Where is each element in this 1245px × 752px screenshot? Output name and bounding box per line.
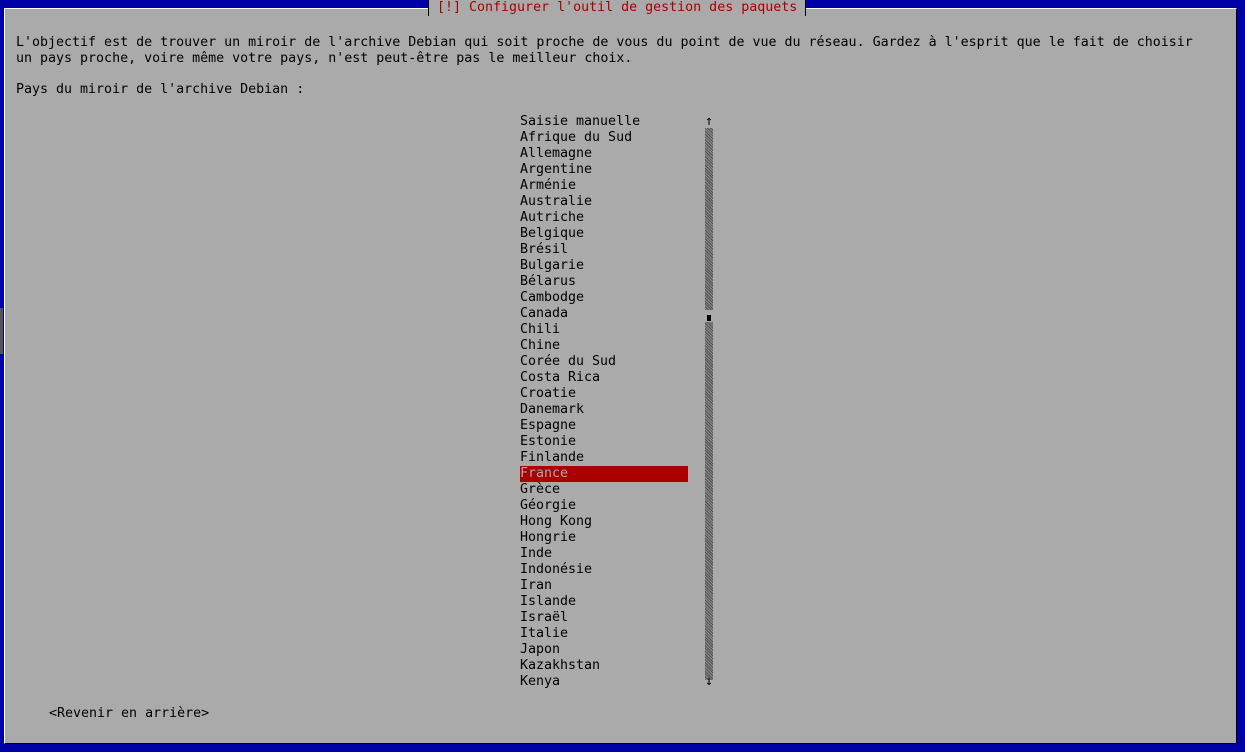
country-item[interactable]: Israël <box>520 610 688 626</box>
country-item[interactable]: Costa Rica <box>520 370 688 386</box>
country-item[interactable]: Hongrie <box>520 530 688 546</box>
country-item[interactable]: Italie <box>520 626 688 642</box>
scroll-track-upper[interactable] <box>705 128 713 310</box>
country-item[interactable]: Belgique <box>520 226 688 242</box>
country-item[interactable]: Finlande <box>520 450 688 466</box>
country-item[interactable]: Argentine <box>520 162 688 178</box>
country-item[interactable]: Afrique du Sud <box>520 130 688 146</box>
country-item[interactable]: Corée du Sud <box>520 354 688 370</box>
dialog-title: [!] Configurer l'outil de gestion des pa… <box>428 0 807 16</box>
mirror-country-prompt: Pays du miroir de l'archive Debian : <box>16 82 305 97</box>
country-item[interactable]: Brésil <box>520 242 688 258</box>
country-item[interactable]: Grèce <box>520 482 688 498</box>
country-item[interactable]: Cambodge <box>520 290 688 306</box>
scroll-track-lower[interactable] <box>705 322 713 680</box>
back-button[interactable]: <Revenir en arrière> <box>49 706 209 722</box>
country-item[interactable]: Danemark <box>520 402 688 418</box>
country-item[interactable]: Autriche <box>520 210 688 226</box>
country-item[interactable]: Chine <box>520 338 688 354</box>
country-item[interactable]: Indonésie <box>520 562 688 578</box>
installer-dialog: [!] Configurer l'outil de gestion des pa… <box>4 0 1237 744</box>
country-item[interactable]: Japon <box>520 642 688 658</box>
country-item[interactable]: Bélarus <box>520 274 688 290</box>
country-list-scrollbar[interactable]: ↑ ↓ <box>702 114 716 690</box>
screen: [!] Configurer l'outil de gestion des pa… <box>0 0 1245 752</box>
country-item[interactable]: Croatie <box>520 386 688 402</box>
country-item[interactable]: Espagne <box>520 418 688 434</box>
country-item[interactable]: Hong Kong <box>520 514 688 530</box>
country-item[interactable]: Islande <box>520 594 688 610</box>
country-item[interactable]: Estonie <box>520 434 688 450</box>
country-list[interactable]: Saisie manuelle Afrique du Sud Allemagne Ar… <box>520 114 688 690</box>
scroll-down-icon[interactable]: ↓ <box>702 674 716 690</box>
country-item[interactable]: Inde <box>520 546 688 562</box>
country-item[interactable]: Bulgarie <box>520 258 688 274</box>
country-item[interactable]: Arménie <box>520 178 688 194</box>
country-item[interactable]: Kenya <box>520 674 688 690</box>
description: L'objectif est de trouver un miroir de l… <box>16 35 1193 67</box>
description-line-1: L'objectif est de trouver un miroir de l… <box>16 35 1193 50</box>
country-item[interactable]: Canada <box>520 306 688 322</box>
side-handle <box>0 308 3 354</box>
country-item[interactable]: Chili <box>520 322 688 338</box>
country-item[interactable]: Saisie manuelle <box>520 114 688 130</box>
description-line-2: un pays proche, voire même votre pays, n… <box>16 51 633 66</box>
country-item[interactable]: Iran <box>520 578 688 594</box>
country-item[interactable]: Allemagne <box>520 146 688 162</box>
scroll-thumb[interactable] <box>707 315 711 321</box>
country-item[interactable]: Australie <box>520 194 688 210</box>
country-item[interactable]: Géorgie <box>520 498 688 514</box>
country-item-selected[interactable]: France <box>520 466 688 482</box>
country-item[interactable]: Kazakhstan <box>520 658 688 674</box>
